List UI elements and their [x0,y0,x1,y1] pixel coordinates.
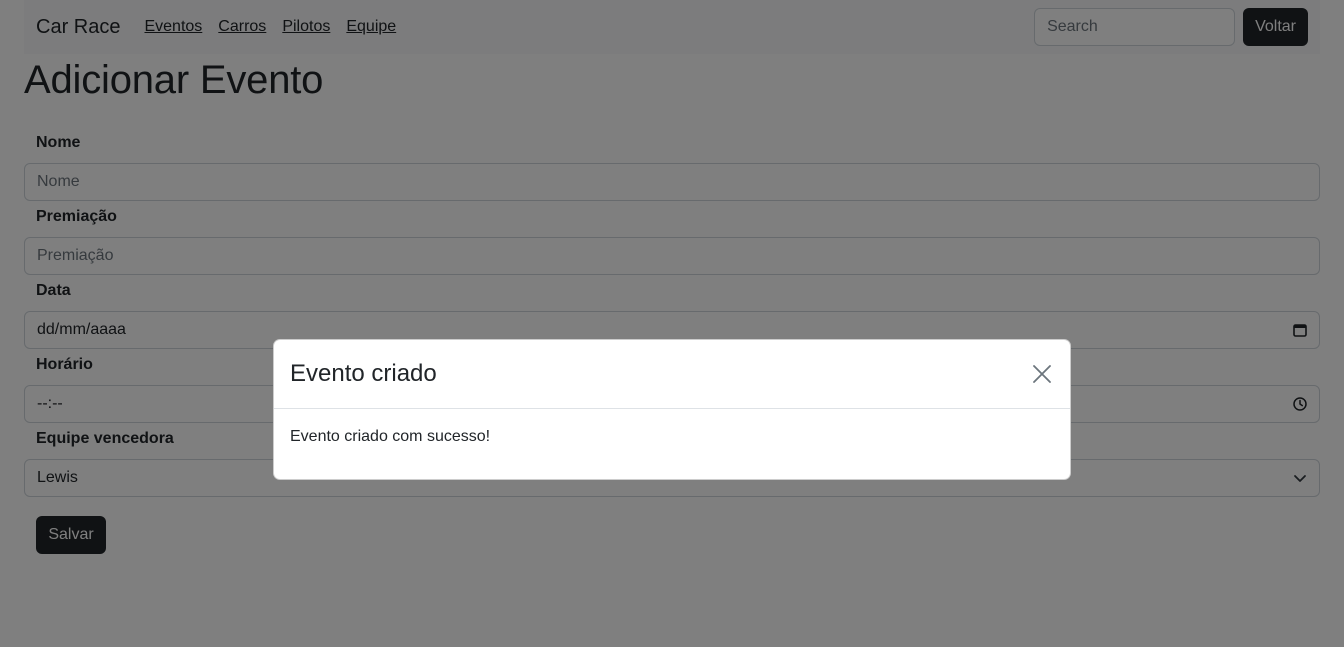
modal-backdrop[interactable] [0,0,1344,647]
modal-title: Evento criado [290,360,437,387]
close-icon[interactable] [1030,362,1054,386]
page: Car Race Eventos Carros Pilotos Equipe V… [0,0,1344,647]
modal-body: Evento criado com sucesso! [290,428,491,445]
success-modal: Evento criado Evento criado com sucesso! [273,339,1071,480]
modal-header: Evento criado [274,340,1070,409]
